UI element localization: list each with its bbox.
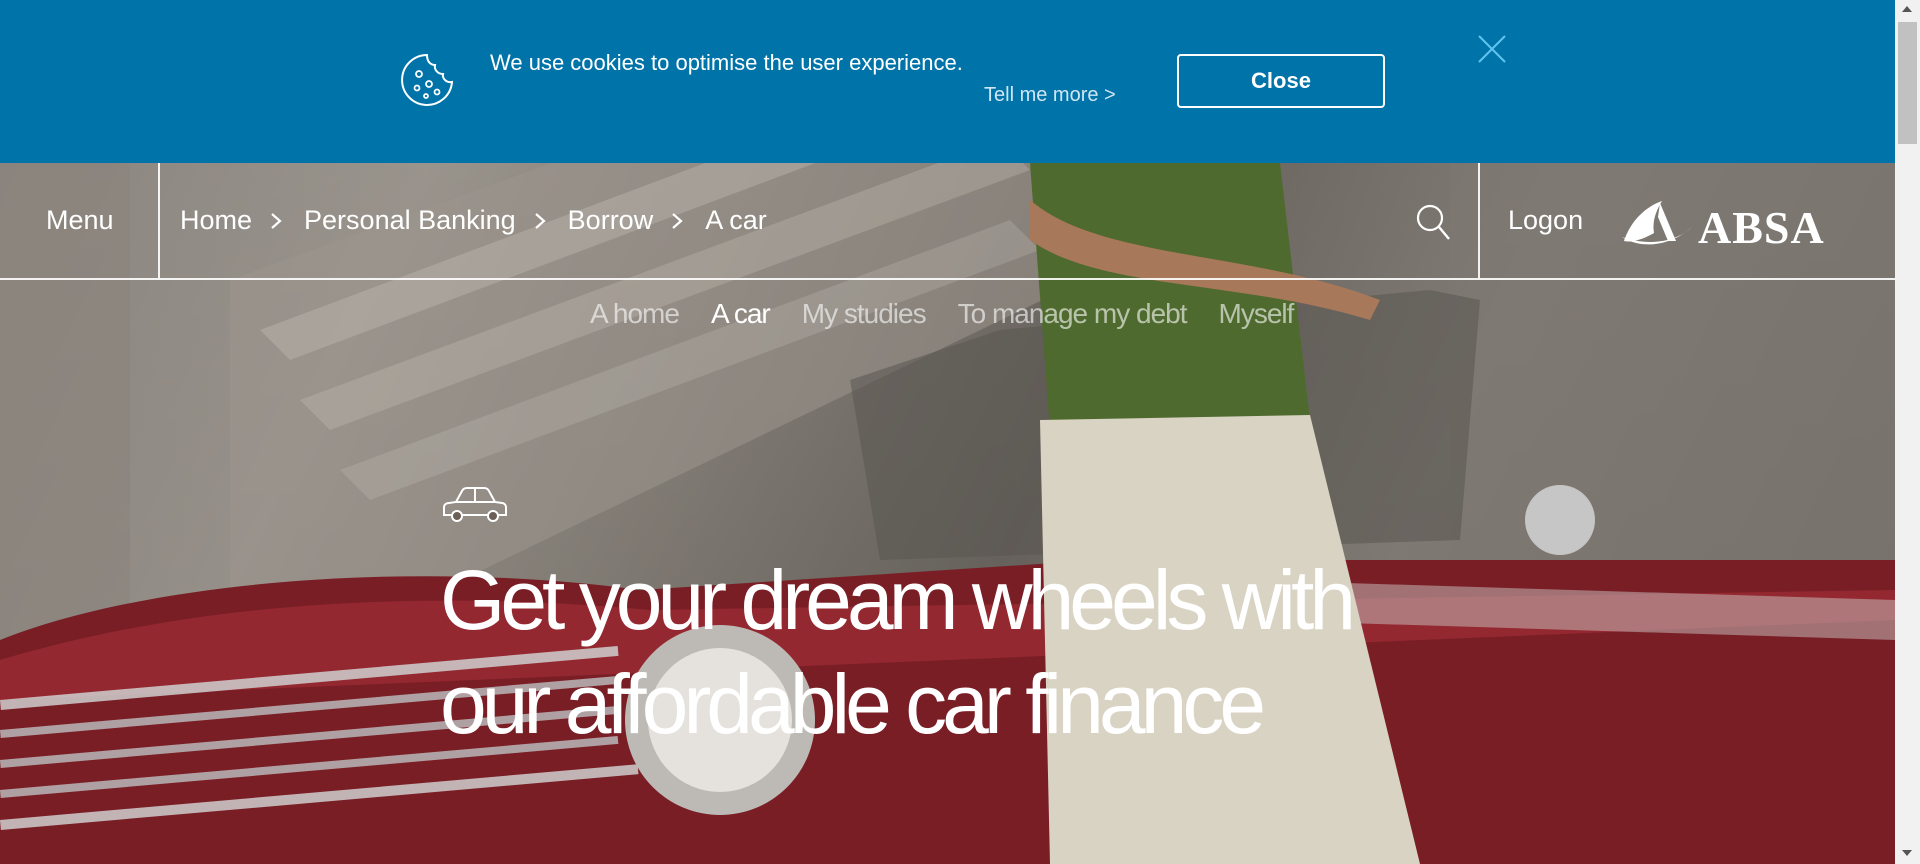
tell-me-more-link[interactable]: Tell me more > [984, 84, 1116, 107]
subnav-item-a-car[interactable]: A car [711, 298, 771, 330]
breadcrumb-borrow[interactable]: Borrow [568, 205, 654, 236]
chevron-right-icon [672, 212, 683, 229]
hero-headline-line1: Get your dream wheels with [440, 553, 1356, 647]
top-navigation: Menu Home Personal Banking Borrow A car … [0, 163, 1895, 280]
sub-navigation: A home A car My studies To manage my deb… [590, 298, 1295, 330]
close-icon[interactable] [1476, 33, 1508, 65]
scroll-down-arrow-icon[interactable] [1902, 850, 1912, 856]
breadcrumb-home[interactable]: Home [180, 205, 252, 236]
logon-button[interactable]: Logon [1508, 205, 1583, 236]
cookie-close-button[interactable]: Close [1177, 54, 1385, 108]
chevron-right-icon [271, 212, 282, 229]
scrollbar-thumb[interactable] [1898, 22, 1917, 144]
subnav-item-manage-debt[interactable]: To manage my debt [958, 298, 1188, 330]
subnav-item-a-home[interactable]: A home [590, 298, 680, 330]
hero-headline-line2: our affordable car finance [440, 657, 1266, 751]
subnav-item-myself[interactable]: Myself [1219, 298, 1295, 330]
subnav-item-my-studies[interactable]: My studies [802, 298, 927, 330]
page-scrollbar[interactable] [1895, 0, 1920, 864]
search-icon[interactable] [1415, 203, 1451, 241]
nav-divider [1478, 163, 1480, 278]
cookie-message: We use cookies to optimise the user expe… [490, 50, 963, 75]
nav-divider [158, 163, 160, 278]
absa-logo-mark-icon [1622, 201, 1692, 245]
brand-name: ABSA [1698, 202, 1825, 253]
hero-headline: Get your dream wheels with our affordabl… [440, 548, 1440, 756]
cookie-icon [401, 53, 454, 106]
menu-button[interactable]: Menu [46, 205, 114, 236]
breadcrumb-personal-banking[interactable]: Personal Banking [304, 205, 516, 236]
scroll-up-arrow-icon[interactable] [1902, 6, 1912, 12]
car-icon [443, 487, 507, 522]
cookie-banner: We use cookies to optimise the user expe… [0, 0, 1895, 163]
breadcrumb-a-car[interactable]: A car [705, 205, 767, 236]
absa-logo[interactable]: ABSA [1620, 197, 1850, 253]
chevron-right-icon [534, 212, 546, 229]
breadcrumb: Home Personal Banking Borrow A car [180, 205, 767, 236]
